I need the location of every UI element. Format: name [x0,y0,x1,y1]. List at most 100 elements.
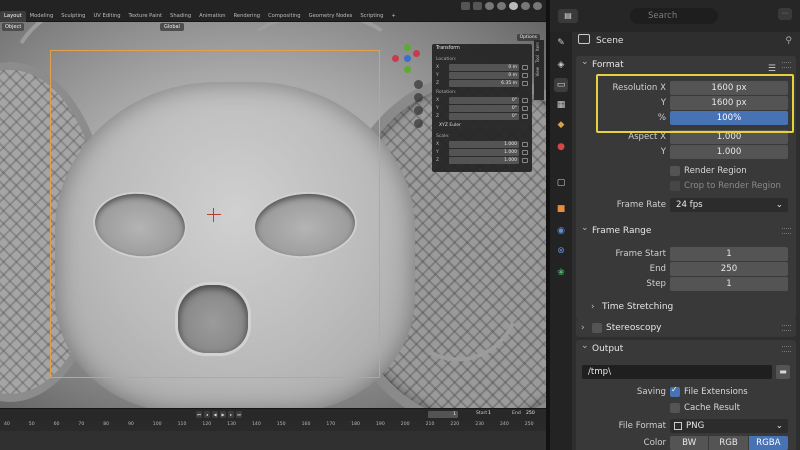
editor-type-button[interactable]: ▤ [558,9,578,23]
output-path-field[interactable]: /tmp\ [582,365,772,379]
location-field[interactable]: 0 m [449,71,519,79]
color-option-bw[interactable]: BW [670,436,709,450]
gizmo-x-positive-icon[interactable] [413,50,420,57]
zoom-icon[interactable] [414,80,423,89]
frame-start-field[interactable]: 1 [670,247,788,261]
lock-icon[interactable] [522,97,528,103]
frame-step-field[interactable]: 1 [670,277,788,291]
scale-field[interactable]: 1.000 [449,140,519,148]
workspace-tab[interactable]: Shading [166,11,195,22]
color-option-rgba[interactable]: RGBA [748,436,788,450]
location-field[interactable]: 0 m [449,63,519,71]
output-header[interactable]: Output [576,337,796,358]
navigation-gizmo[interactable] [392,44,422,74]
workspace-tab[interactable]: Scripting [356,11,387,22]
location-field[interactable]: 6.35 m [449,79,519,87]
sidebar-tab-tool[interactable]: Tool [534,53,541,65]
lock-icon[interactable] [522,157,528,163]
stereoscopy-header[interactable]: Stereoscopy [576,319,796,337]
workspace-tab[interactable]: Texture Paint [125,11,166,22]
next-keyframe-icon[interactable]: ▸ [228,411,234,418]
lock-icon[interactable] [522,64,528,70]
workspace-tab[interactable]: Layout [0,11,26,22]
file-extensions-checkbox[interactable] [670,385,680,397]
current-frame-field[interactable]: 1 [428,411,458,418]
gizmo-x-icon[interactable] [392,55,399,62]
drag-handle-icon[interactable] [782,346,791,352]
lock-icon[interactable] [522,72,528,78]
sidebar-tab-view[interactable]: View [534,65,541,79]
search-input[interactable]: Search [630,8,718,24]
gizmo-y-negative-icon[interactable] [404,66,411,73]
timeline-body[interactable] [0,431,546,450]
resolution-y-field[interactable]: 1600 px [670,96,788,110]
pan-hand-icon[interactable] [414,93,423,102]
shading-wireframe-icon[interactable] [497,2,506,10]
jump-start-icon[interactable]: ⏮ [196,411,202,418]
jump-end-icon[interactable]: ⏭ [236,411,242,418]
workspace-tab[interactable]: Modeling [26,11,58,22]
drag-handle-icon[interactable] [782,325,791,331]
3d-cursor-icon[interactable] [207,208,221,222]
workspace-tab[interactable]: + [387,11,399,22]
lock-icon[interactable] [522,141,528,147]
rotation-field[interactable]: 0° [449,112,519,120]
prev-keyframe-icon[interactable]: ◂ [204,411,210,418]
scale-field[interactable]: 1.000 [449,156,519,164]
gizmo-y-icon[interactable] [404,44,411,51]
render-region-checkbox[interactable] [670,166,680,176]
workspace-tab[interactable]: Compositing [264,11,305,22]
scale-field[interactable]: 1.000 [449,148,519,156]
workspace-tab[interactable]: UV Editing [89,11,124,22]
file-format-select[interactable]: PNG ⌄ [670,419,788,433]
mode-selector[interactable]: Object [2,23,25,31]
aspect-y-field[interactable]: 1.000 [670,145,788,159]
shading-solid-icon[interactable] [509,2,518,10]
pin-icon[interactable]: ⚲ [785,36,792,46]
end-frame-field[interactable]: 250 [526,411,535,416]
lock-icon[interactable] [522,80,528,86]
render-tab-icon[interactable]: ◈ [554,58,568,72]
timeline[interactable]: ⏮ ◂ ◀ ▶ ▸ ⏭ 1 Start 1 End 250 40 50 60 70 80… [0,408,546,450]
lock-icon[interactable] [522,113,528,119]
frame-range-header[interactable]: Frame Range [576,219,796,240]
physics-tab-icon[interactable]: ◉ [554,224,568,238]
frame-rate-select[interactable]: 24 fps ⌄ [670,198,788,212]
aspect-x-field[interactable]: 1.000 [670,130,788,144]
stereoscopy-checkbox[interactable] [592,323,602,333]
folder-icon[interactable]: ▬ [776,365,790,379]
drag-handle-icon[interactable] [782,62,791,68]
workspace-tab[interactable]: Sculpting [57,11,89,22]
format-panel-header[interactable]: Format☰ [576,53,796,74]
rotation-mode-select[interactable]: XYZ Euler [436,122,528,129]
shading-material-icon[interactable] [521,2,530,10]
3d-viewport[interactable]: Object Global Options Transform Location… [0,22,546,408]
camera-view-icon[interactable] [414,106,423,115]
rotation-field[interactable]: 0° [449,104,519,112]
options-dots-icon[interactable]: ⋯ [778,8,792,20]
time-stretching-subpanel[interactable]: Time Stretching [586,298,786,316]
workspace-tab[interactable]: Geometry Nodes [305,11,357,22]
start-frame-field[interactable]: 1 [488,411,491,416]
transform-panel-title[interactable]: Transform [432,44,532,54]
play-reverse-icon[interactable]: ◀ [212,411,218,418]
gizmo-z-icon[interactable] [404,55,411,62]
play-icon[interactable]: ▶ [220,411,226,418]
object-types-icon[interactable] [461,2,470,10]
shading-rendered-icon[interactable] [533,2,542,10]
tool-tab-icon[interactable]: ✎ [554,36,568,50]
xray-icon[interactable] [485,2,494,10]
workspace-tab[interactable]: Rendering [230,11,265,22]
ortho-grid-icon[interactable] [414,119,423,128]
frame-end-field[interactable]: 250 [670,262,788,276]
resolution-percent-field[interactable]: 100% [670,111,788,125]
presets-list-icon[interactable]: ☰ [768,60,776,78]
lock-icon[interactable] [522,105,528,111]
timeline-ruler[interactable]: 40 50 60 70 80 90 100 110 120 130 140 150 160 170 180 1… [0,421,546,431]
cache-result-checkbox[interactable] [670,403,680,413]
overlays-icon[interactable] [473,2,482,10]
rotation-field[interactable]: 0° [449,96,519,104]
workspace-tab[interactable]: Animation [195,11,229,22]
drag-handle-icon[interactable] [782,228,791,234]
orientation-selector[interactable]: Global [160,23,184,31]
